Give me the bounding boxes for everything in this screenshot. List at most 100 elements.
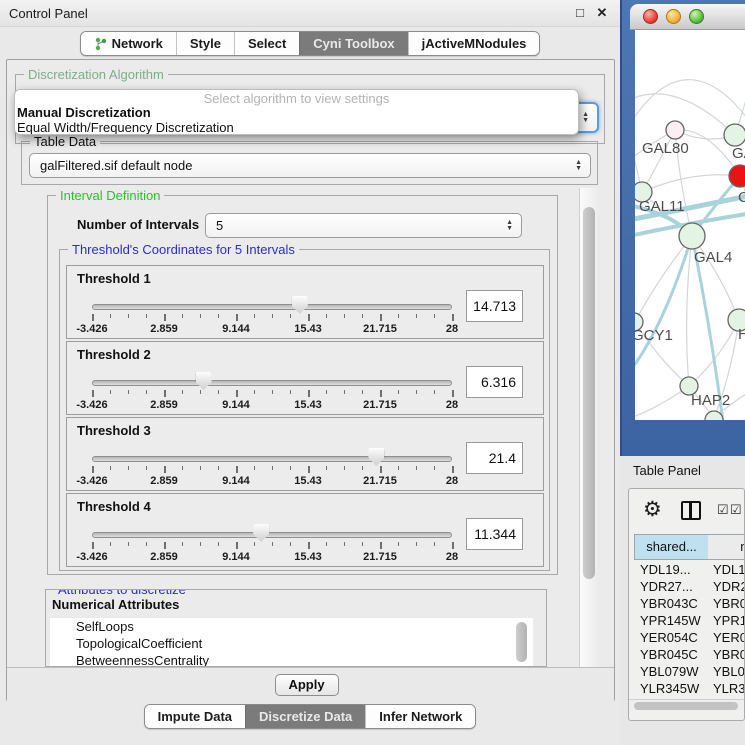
- cell-name[interactable]: YBR0: [708, 595, 745, 612]
- float-window-icon[interactable]: □: [572, 5, 588, 21]
- tick-mark: [110, 466, 111, 470]
- table-row[interactable]: YDL19...YDL1: [634, 561, 745, 578]
- tab-label: Select: [248, 36, 286, 51]
- list-item-betweennesscentrality[interactable]: BetweennessCentrality: [50, 652, 533, 667]
- table-row[interactable]: YLR345WYLR3: [634, 680, 745, 697]
- threshold-value-field[interactable]: 14.713: [466, 290, 523, 322]
- table-rows: YDL19...YDL1YDR27...YDR2YBR043CYBR0YPR14…: [634, 561, 745, 699]
- threshold-value-field[interactable]: 11.344: [466, 518, 523, 550]
- table-data-value: galFiltered.sif default node: [40, 158, 192, 173]
- table-row[interactable]: YBR045CYBR0: [634, 646, 745, 663]
- cell-shared-name[interactable]: YBR045C: [634, 646, 708, 663]
- settings-scrollbar-track[interactable]: [579, 188, 598, 667]
- slider-track[interactable]: [92, 456, 452, 462]
- network-edge: [642, 175, 740, 192]
- tick-mark: [452, 542, 454, 549]
- cell-shared-name[interactable]: YBL079W: [634, 663, 708, 680]
- split-columns-icon[interactable]: [681, 501, 701, 520]
- tick-label: 2.859: [134, 323, 194, 335]
- table-row[interactable]: YBR043CYBR0: [634, 595, 745, 612]
- slider-handle[interactable]: [253, 524, 269, 542]
- network-canvas[interactable]: GAL80GACGAL11GAL4GCY1HHAP2: [635, 30, 745, 420]
- settings-scrollbar-thumb[interactable]: [583, 207, 595, 579]
- slider-track[interactable]: [92, 380, 452, 386]
- node-red[interactable]: [729, 165, 745, 187]
- cell-shared-name[interactable]: YBR043C: [634, 595, 708, 612]
- tick-mark: [200, 542, 201, 546]
- list-item-selfloops[interactable]: SelfLoops: [50, 618, 533, 635]
- node-gal4[interactable]: [679, 223, 705, 249]
- tick-mark: [308, 542, 310, 549]
- threshold-value-field[interactable]: 21.4: [466, 442, 523, 474]
- table-hscrollbar-track[interactable]: [629, 699, 744, 711]
- slider-handle[interactable]: [292, 296, 308, 314]
- cell-name[interactable]: YDR2: [708, 578, 745, 595]
- tab-cyni-toolbox[interactable]: Cyni Toolbox: [299, 32, 407, 55]
- tab-style[interactable]: Style: [176, 32, 234, 55]
- dropdown-option-equal-width-frequency[interactable]: Equal Width/Frequency Discretization: [17, 120, 234, 135]
- slider-track[interactable]: [92, 532, 452, 538]
- table-data-combobox[interactable]: galFiltered.sif default node ▲▼: [29, 153, 591, 178]
- tick-mark: [236, 542, 238, 549]
- checkbox-checked-icon[interactable]: ☑: [717, 502, 729, 518]
- tick-mark: [128, 390, 129, 394]
- threshold-value-field[interactable]: 6.316: [466, 366, 523, 398]
- tick-mark: [416, 314, 417, 318]
- tick-mark: [92, 314, 94, 321]
- tick-label: 9.144: [206, 551, 266, 563]
- cell-shared-name[interactable]: YDL19...: [634, 561, 708, 578]
- cell-name[interactable]: YLR3: [708, 680, 745, 697]
- slider-track[interactable]: [92, 304, 452, 310]
- checkbox-checked-icon[interactable]: ☑: [730, 502, 742, 518]
- cell-name[interactable]: YBL0: [708, 663, 745, 680]
- tab-select[interactable]: Select: [234, 32, 299, 55]
- tab-network[interactable]: Network: [81, 32, 176, 55]
- tick-mark: [272, 390, 273, 394]
- tab-impute-data[interactable]: Impute Data: [145, 705, 245, 728]
- tick-mark: [434, 314, 435, 318]
- network-window-titlebar: [630, 4, 745, 30]
- cell-shared-name[interactable]: YPR145W: [634, 612, 708, 629]
- tick-mark: [434, 542, 435, 546]
- zoom-traffic-light-icon[interactable]: [689, 9, 704, 24]
- num-intervals-combobox[interactable]: 5 ▲▼: [205, 213, 522, 238]
- apply-button[interactable]: Apply: [275, 674, 339, 696]
- minimize-traffic-light-icon[interactable]: [666, 9, 681, 24]
- cell-name[interactable]: YBR0: [708, 646, 745, 663]
- cell-shared-name[interactable]: YLR345W: [634, 680, 708, 697]
- tick-label: 28: [422, 399, 482, 411]
- node-top-right[interactable]: [724, 124, 745, 146]
- slider-handle[interactable]: [368, 448, 384, 466]
- tick-label: 15.43: [278, 551, 338, 563]
- cell-name[interactable]: YER0: [708, 629, 745, 646]
- cell-name[interactable]: YDL1: [708, 561, 745, 578]
- tick-mark: [254, 542, 255, 546]
- network-view-window: GAL80GACGAL11GAL4GCY1HHAP2: [620, 0, 745, 456]
- table-panel: ⚙ ☑ ☑ shared... na YDL19...YDL1YDR27...Y…: [628, 488, 745, 721]
- list-item-topologicalcoefficient[interactable]: TopologicalCoefficient: [50, 635, 533, 652]
- tab-infer-network[interactable]: Infer Network: [365, 705, 475, 728]
- tick-mark: [164, 390, 166, 397]
- table-row[interactable]: YDR27...YDR2: [634, 578, 745, 595]
- cell-shared-name[interactable]: YER054C: [634, 629, 708, 646]
- column-header-name[interactable]: na: [708, 534, 745, 560]
- table-row[interactable]: YBL079WYBL0: [634, 663, 745, 680]
- tab-jactivemnodules[interactable]: jActiveMNodules: [408, 32, 540, 55]
- list-scrollbar-thumb[interactable]: [516, 622, 527, 662]
- close-traffic-light-icon[interactable]: [643, 9, 658, 24]
- node-label-gal11: GAL11: [639, 198, 685, 215]
- tab-label: Infer Network: [379, 709, 462, 724]
- slider-handle[interactable]: [196, 372, 212, 390]
- close-icon[interactable]: ✕: [594, 5, 610, 21]
- cell-shared-name[interactable]: YDR27...: [634, 578, 708, 595]
- table-hscrollbar-thumb[interactable]: [634, 702, 738, 710]
- dropdown-option-manual-discretization[interactable]: Manual Discretization: [17, 105, 151, 120]
- node-gal80[interactable]: [666, 121, 684, 139]
- column-header-shared-name[interactable]: shared...: [634, 534, 709, 560]
- table-row[interactable]: YER054CYER0: [634, 629, 745, 646]
- threshold-label: Threshold 3: [77, 423, 151, 438]
- cell-name[interactable]: YPR1: [708, 612, 745, 629]
- gear-icon[interactable]: ⚙: [643, 497, 662, 522]
- table-row[interactable]: YPR145WYPR1: [634, 612, 745, 629]
- tab-discretize-data[interactable]: Discretize Data: [245, 705, 365, 728]
